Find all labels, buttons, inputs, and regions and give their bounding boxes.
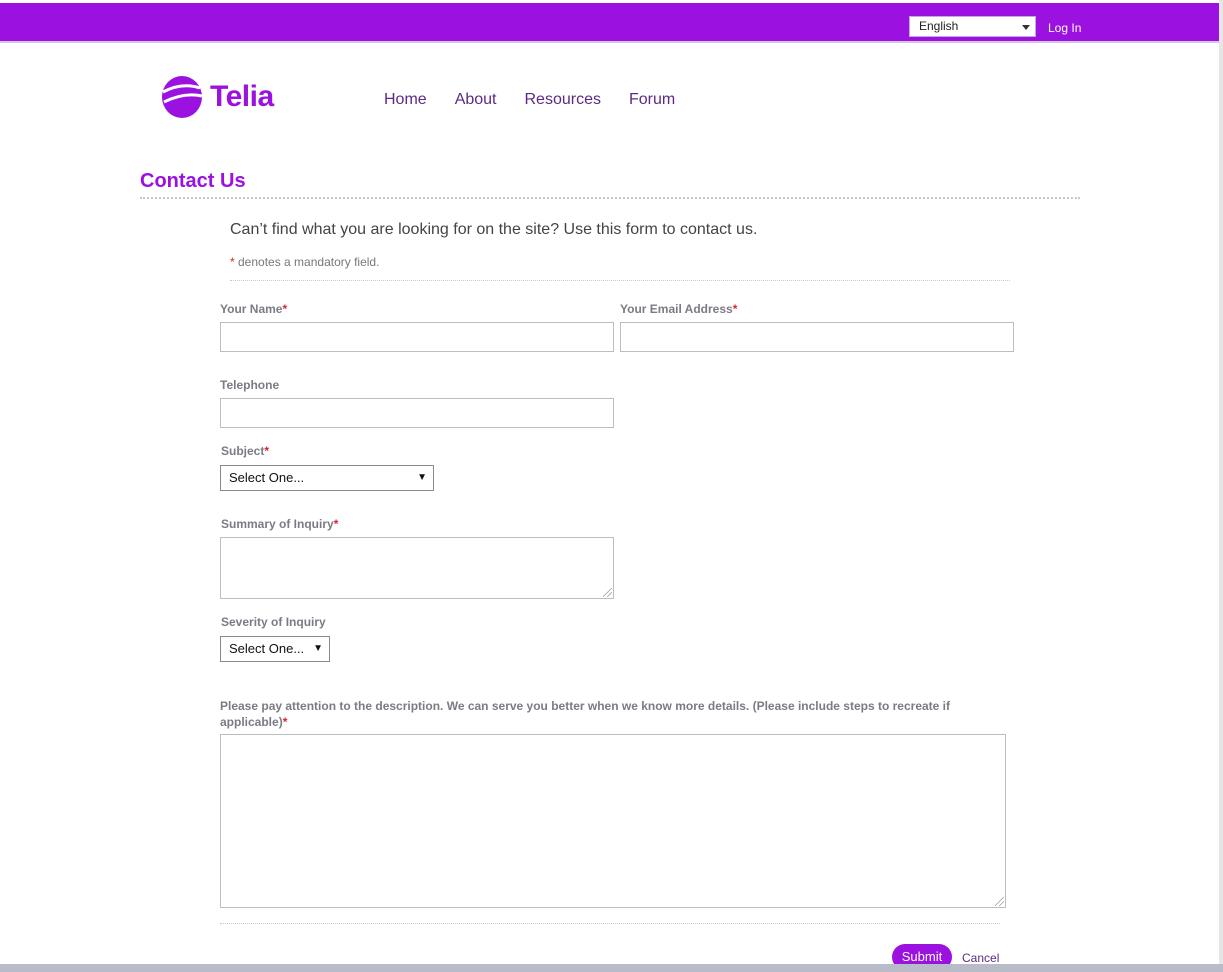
nav-forum[interactable]: Forum bbox=[629, 91, 675, 109]
intro-divider bbox=[230, 280, 1010, 281]
main-nav: Home About Resources Forum bbox=[384, 91, 703, 109]
subject-label: Subject* bbox=[221, 444, 269, 458]
telephone-input[interactable] bbox=[220, 398, 614, 428]
subject-label-text: Subject bbox=[221, 444, 265, 458]
language-select-value: English bbox=[919, 19, 959, 33]
required-star: * bbox=[333, 517, 339, 531]
resize-grip-icon[interactable] bbox=[995, 897, 1004, 906]
email-label: Your Email Address* bbox=[620, 302, 737, 316]
title-divider bbox=[140, 197, 1080, 199]
email-input[interactable] bbox=[620, 322, 1014, 352]
required-star: * bbox=[732, 302, 738, 316]
name-input[interactable] bbox=[220, 322, 614, 352]
window-edge bbox=[1219, 0, 1223, 972]
dropdown-arrow-icon: ▼ bbox=[417, 472, 427, 483]
description-label: Please pay attention to the description.… bbox=[220, 698, 980, 730]
subject-select[interactable]: Select One... ▼ bbox=[220, 465, 434, 491]
login-link[interactable]: Log In bbox=[1048, 21, 1081, 35]
name-label: Your Name* bbox=[220, 302, 287, 316]
form-divider bbox=[220, 923, 1000, 924]
summary-label: Summary of Inquiry* bbox=[221, 517, 338, 531]
nav-resources[interactable]: Resources bbox=[525, 91, 601, 109]
language-select[interactable]: English bbox=[909, 16, 1036, 37]
nav-about[interactable]: About bbox=[455, 91, 497, 109]
severity-select[interactable]: Select One... ▼ bbox=[220, 636, 330, 662]
telia-logo-icon bbox=[162, 76, 203, 118]
top-bar: English Log In bbox=[0, 3, 1219, 41]
intro-text: Can’t find what you are looking for on t… bbox=[230, 221, 758, 238]
severity-label: Severity of Inquiry bbox=[221, 615, 326, 629]
summary-textarea[interactable] bbox=[220, 537, 614, 599]
description-label-text: Please pay attention to the description.… bbox=[220, 699, 951, 729]
dropdown-arrow-icon: ▼ bbox=[313, 643, 323, 654]
chevron-down-icon bbox=[1022, 25, 1030, 30]
mandatory-note: * denotes a mandatory field. bbox=[230, 255, 379, 269]
telia-logo[interactable]: Telia bbox=[160, 74, 274, 120]
description-textarea[interactable] bbox=[220, 734, 1006, 908]
mandatory-note-text: denotes a mandatory field. bbox=[234, 255, 380, 269]
page-title: Contact Us bbox=[140, 170, 246, 192]
brand-name: Telia bbox=[210, 80, 274, 113]
required-star: * bbox=[282, 715, 288, 729]
cancel-link[interactable]: Cancel bbox=[962, 951, 999, 965]
email-label-text: Your Email Address bbox=[620, 302, 733, 316]
severity-select-value: Select One... bbox=[229, 641, 305, 656]
name-label-text: Your Name bbox=[220, 302, 283, 316]
required-star: * bbox=[282, 302, 288, 316]
top-bar-shadow bbox=[0, 41, 1219, 43]
nav-home[interactable]: Home bbox=[384, 91, 427, 109]
summary-label-text: Summary of Inquiry bbox=[221, 517, 334, 531]
taskbar-strip bbox=[0, 964, 1223, 972]
resize-grip-icon[interactable] bbox=[603, 588, 612, 597]
telephone-label: Telephone bbox=[220, 378, 280, 392]
subject-select-value: Select One... bbox=[229, 470, 305, 485]
required-star: * bbox=[264, 444, 270, 458]
